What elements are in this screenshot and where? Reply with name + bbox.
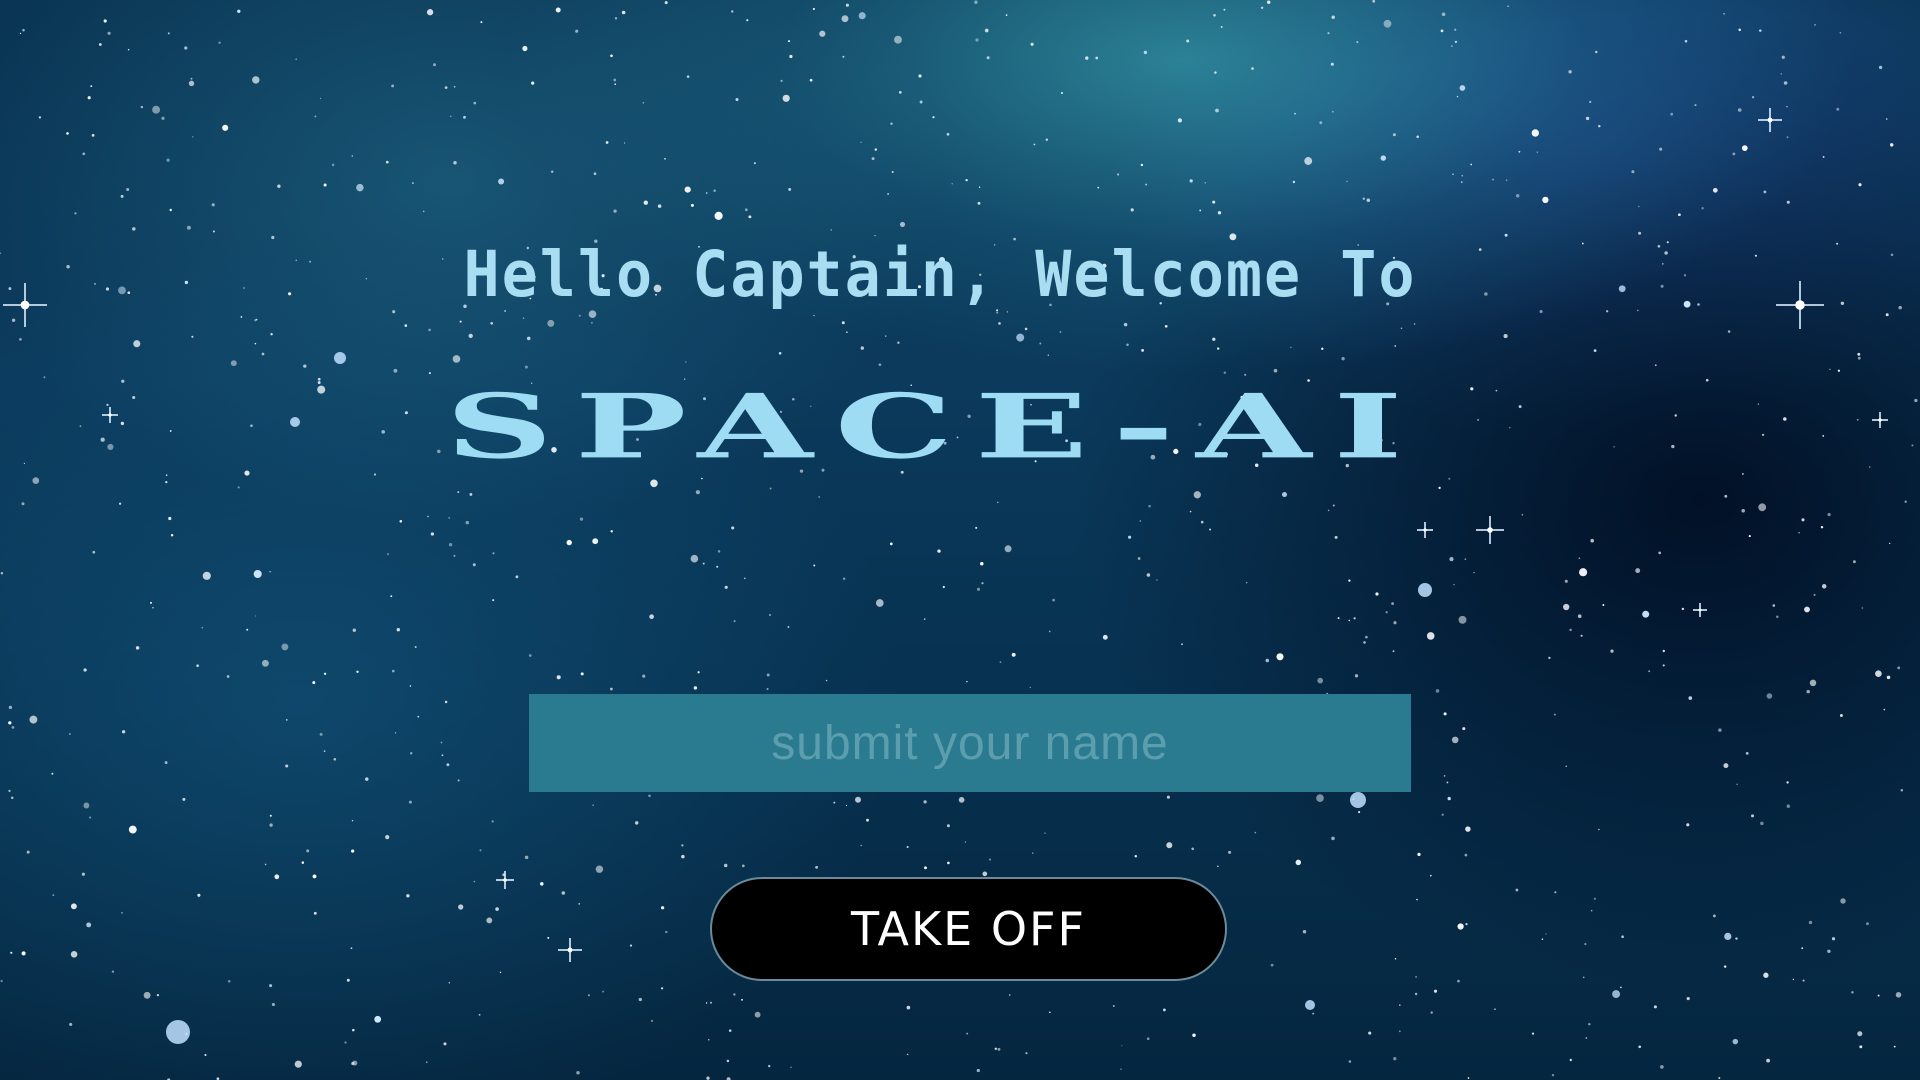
app-title: SPACE-AI [445, 374, 1425, 479]
space-welcome-screen: Hello Captain, Welcome To SPACE-AI TAKE … [0, 0, 1920, 1080]
name-input[interactable] [529, 694, 1411, 792]
greeting-text: Hello Captain, Welcome To [463, 238, 1417, 312]
take-off-button[interactable]: TAKE OFF [710, 877, 1227, 981]
